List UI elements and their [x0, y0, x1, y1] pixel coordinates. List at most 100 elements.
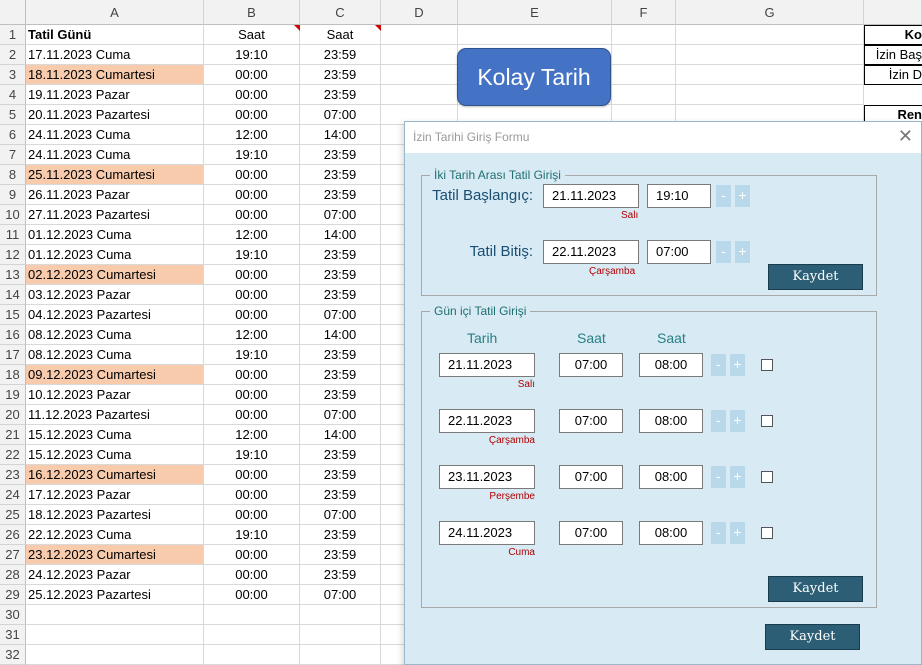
sheet-cell[interactable]: Tatil Günü	[26, 25, 204, 45]
day-time-end-field[interactable]: 08:00	[639, 521, 703, 545]
sheet-cell[interactable]: 00:00	[204, 385, 300, 405]
row-header[interactable]: 11	[0, 225, 26, 245]
select-all-corner[interactable]	[0, 0, 26, 25]
sheet-cell[interactable]: 00:00	[204, 305, 300, 325]
sheet-cell[interactable]: 27.11.2023 Pazartesi	[26, 205, 204, 225]
sheet-cell[interactable]: 23:59	[300, 545, 381, 565]
row-header[interactable]: 15	[0, 305, 26, 325]
sheet-cell[interactable]: 23:59	[300, 165, 381, 185]
row-header[interactable]: 2	[0, 45, 26, 65]
sheet-cell[interactable]: 00:00	[204, 485, 300, 505]
row-header[interactable]: 13	[0, 265, 26, 285]
start-time-field[interactable]: 19:10	[647, 184, 711, 208]
sheet-cell[interactable]: 07:00	[300, 205, 381, 225]
column-header[interactable]: D	[381, 0, 458, 25]
sheet-cell[interactable]: 00:00	[204, 85, 300, 105]
day-time-end-field[interactable]: 08:00	[639, 353, 703, 377]
column-header[interactable]: A	[26, 0, 204, 25]
day-time-start-field[interactable]: 07:00	[559, 521, 623, 545]
sheet-cell[interactable]	[458, 25, 612, 45]
sheet-cell[interactable]	[204, 645, 300, 665]
sheet-cell[interactable]	[204, 625, 300, 645]
sheet-cell[interactable]	[612, 65, 676, 85]
day-time-plus-button[interactable]: +	[730, 354, 745, 376]
day-date-field[interactable]: 21.11.2023	[439, 353, 535, 377]
row-header[interactable]: 7	[0, 145, 26, 165]
sheet-cell[interactable]: 00:00	[204, 205, 300, 225]
dialog-titlebar[interactable]: İzin Tarihi Giriş Formu ✕	[405, 122, 921, 153]
sheet-cell[interactable]	[676, 85, 864, 105]
column-header[interactable]	[864, 0, 922, 25]
row-header[interactable]: 9	[0, 185, 26, 205]
row-header[interactable]: 10	[0, 205, 26, 225]
end-date-field[interactable]: 22.11.2023	[543, 240, 639, 264]
sheet-cell[interactable]	[381, 85, 458, 105]
sheet-cell[interactable]: 18.12.2023 Pazartesi	[26, 505, 204, 525]
comment-indicator[interactable]	[375, 25, 381, 31]
sheet-cell[interactable]: 24.12.2023 Pazar	[26, 565, 204, 585]
sheet-cell[interactable]: 14:00	[300, 325, 381, 345]
start-time-plus-button[interactable]: +	[735, 185, 750, 207]
sheet-cell[interactable]: 23:59	[300, 245, 381, 265]
sheet-cell[interactable]: 07:00	[300, 105, 381, 125]
row-header[interactable]: 25	[0, 505, 26, 525]
row-header[interactable]: 30	[0, 605, 26, 625]
close-icon[interactable]: ✕	[898, 126, 913, 147]
row-header[interactable]: 8	[0, 165, 26, 185]
row-header[interactable]: 24	[0, 485, 26, 505]
sheet-cell[interactable]: 07:00	[300, 505, 381, 525]
row-header[interactable]: 18	[0, 365, 26, 385]
sheet-cell[interactable]: 25.12.2023 Pazartesi	[26, 585, 204, 605]
day-row-checkbox[interactable]	[761, 359, 773, 371]
sheet-cell[interactable]: 23:59	[300, 285, 381, 305]
sheet-cell[interactable]: 23:59	[300, 45, 381, 65]
sheet-cell[interactable]: 19:10	[204, 245, 300, 265]
day-time-minus-button[interactable]: -	[711, 410, 726, 432]
row-header[interactable]: 21	[0, 425, 26, 445]
row-header[interactable]: 4	[0, 85, 26, 105]
day-time-minus-button[interactable]: -	[711, 522, 726, 544]
column-header[interactable]: F	[612, 0, 676, 25]
sheet-cell[interactable]	[381, 65, 458, 85]
sheet-cell[interactable]: 09.12.2023 Cumartesi	[26, 365, 204, 385]
sheet-cell[interactable]: 14:00	[300, 225, 381, 245]
sheet-cell[interactable]: 00:00	[204, 545, 300, 565]
sheet-cell[interactable]: 15.12.2023 Cuma	[26, 445, 204, 465]
day-time-end-field[interactable]: 08:00	[639, 465, 703, 489]
sheet-cell[interactable]: 19:10	[204, 345, 300, 365]
sheet-cell[interactable]: 11.12.2023 Pazartesi	[26, 405, 204, 425]
sheet-cell[interactable]: 19.11.2023 Pazar	[26, 85, 204, 105]
sheet-cell[interactable]: 12:00	[204, 125, 300, 145]
row-header[interactable]: 29	[0, 585, 26, 605]
day-time-minus-button[interactable]: -	[711, 354, 726, 376]
start-date-field[interactable]: 21.11.2023	[543, 184, 639, 208]
sheet-cell[interactable]: 00:00	[204, 505, 300, 525]
end-time-plus-button[interactable]: +	[735, 241, 750, 263]
column-header[interactable]: E	[458, 0, 612, 25]
day-time-start-field[interactable]: 07:00	[559, 465, 623, 489]
row-header[interactable]: 23	[0, 465, 26, 485]
sheet-cell[interactable]: 07:00	[300, 405, 381, 425]
sheet-cell[interactable]: 22.12.2023 Cuma	[26, 525, 204, 545]
sheet-cell[interactable]	[300, 605, 381, 625]
sheet-cell[interactable]: 23:59	[300, 485, 381, 505]
sheet-cell[interactable]	[381, 25, 458, 45]
sheet-cell[interactable]: 23:59	[300, 385, 381, 405]
sheet-cell[interactable]: 07:00	[300, 305, 381, 325]
sheet-cell[interactable]: 18.11.2023 Cumartesi	[26, 65, 204, 85]
sheet-cell[interactable]: 12:00	[204, 325, 300, 345]
row-header[interactable]: 26	[0, 525, 26, 545]
sheet-cell[interactable]: 23:59	[300, 565, 381, 585]
right-panel-cell[interactable]: İzin Baş	[864, 45, 922, 65]
sheet-cell[interactable]: 00:00	[204, 65, 300, 85]
sheet-cell[interactable]	[381, 45, 458, 65]
sheet-cell[interactable]: 02.12.2023 Cumartesi	[26, 265, 204, 285]
sheet-cell[interactable]: 00:00	[204, 565, 300, 585]
column-header[interactable]: G	[676, 0, 864, 25]
sheet-cell[interactable]	[612, 25, 676, 45]
bottom-save-button[interactable]: Kaydet	[765, 624, 860, 650]
sheet-cell[interactable]: 20.11.2023 Pazartesi	[26, 105, 204, 125]
sheet-cell[interactable]: 12:00	[204, 225, 300, 245]
start-time-minus-button[interactable]: -	[716, 185, 731, 207]
sheet-cell[interactable]	[26, 605, 204, 625]
